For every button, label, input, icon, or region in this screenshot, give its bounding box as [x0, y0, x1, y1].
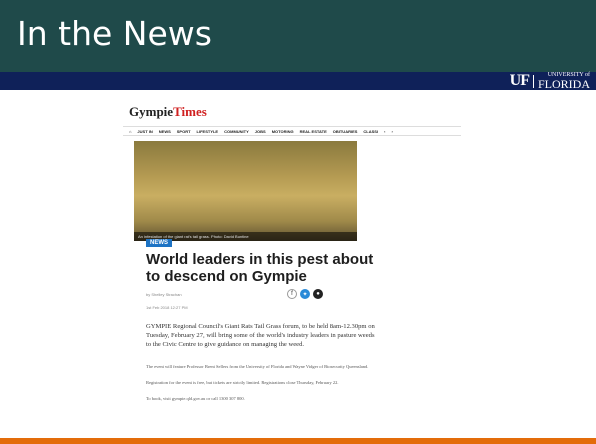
- article-paragraph: Registration for the event is free, but …: [146, 380, 339, 385]
- twitter-icon: ✦: [300, 289, 310, 299]
- nav-item: MOTORING: [271, 128, 294, 134]
- article-headline: World leaders in this pest about to desc…: [146, 251, 374, 285]
- article-photo: An infestation of the giant rat's tail g…: [134, 141, 357, 241]
- article-lead-paragraph: GYMPIE Regional Council's Giant Rats Tai…: [146, 323, 375, 348]
- chevron-left-icon: ‹: [384, 128, 386, 134]
- article-date: 1st Feb 2018 12:27 PM: [146, 305, 188, 310]
- article-paragraph: The event will feature Professor Brent S…: [146, 364, 369, 369]
- chevron-right-icon: ›: [391, 128, 393, 134]
- facebook-icon: f: [287, 289, 297, 299]
- nav-item: OBITUARIES: [332, 128, 358, 134]
- header-band: [0, 72, 596, 90]
- share-buttons: f ✦ ●: [287, 289, 323, 299]
- category-badge: NEWS: [146, 239, 172, 247]
- nav-item: JOBS: [254, 128, 266, 134]
- slide: In the News UF UNIVERSITY of FLORIDA Gym…: [0, 0, 596, 444]
- masthead-part1: Gympie: [129, 104, 174, 119]
- news-article-screenshot: GympieTimes ⌂ JUST IN NEWS SPORT LIFESTY…: [119, 96, 464, 432]
- nav-item: NEWS: [158, 128, 171, 134]
- nav-item: LIFESTYLE: [196, 128, 219, 134]
- uf-logo: UF UNIVERSITY of FLORIDA: [509, 72, 590, 91]
- uf-logo-big-text: FLORIDA: [537, 77, 590, 91]
- slide-title: In the News: [17, 14, 212, 53]
- nav-item: COMMUNITY: [224, 128, 249, 134]
- masthead: GympieTimes: [129, 104, 207, 120]
- nav-item: CLASSI: [363, 128, 379, 134]
- article-byline: by Shelley Strachan: [146, 292, 182, 297]
- home-icon: ⌂: [129, 128, 132, 134]
- masthead-part2: Times: [173, 104, 207, 119]
- nav-item: SPORT: [176, 128, 191, 134]
- site-nav: ⌂ JUST IN NEWS SPORT LIFESTYLE COMMUNITY…: [123, 126, 461, 136]
- nav-item: REAL ESTATE: [299, 128, 327, 134]
- bottom-accent-line: [0, 438, 596, 444]
- uf-logo-mark: UF: [509, 72, 530, 89]
- nav-item: JUST IN: [137, 128, 153, 134]
- title-bar: In the News: [0, 0, 596, 72]
- article-paragraph: To book, visit gympie.qld.gov.au or call…: [146, 396, 245, 401]
- comment-icon: ●: [313, 289, 323, 299]
- uf-logo-divider: [532, 74, 534, 88]
